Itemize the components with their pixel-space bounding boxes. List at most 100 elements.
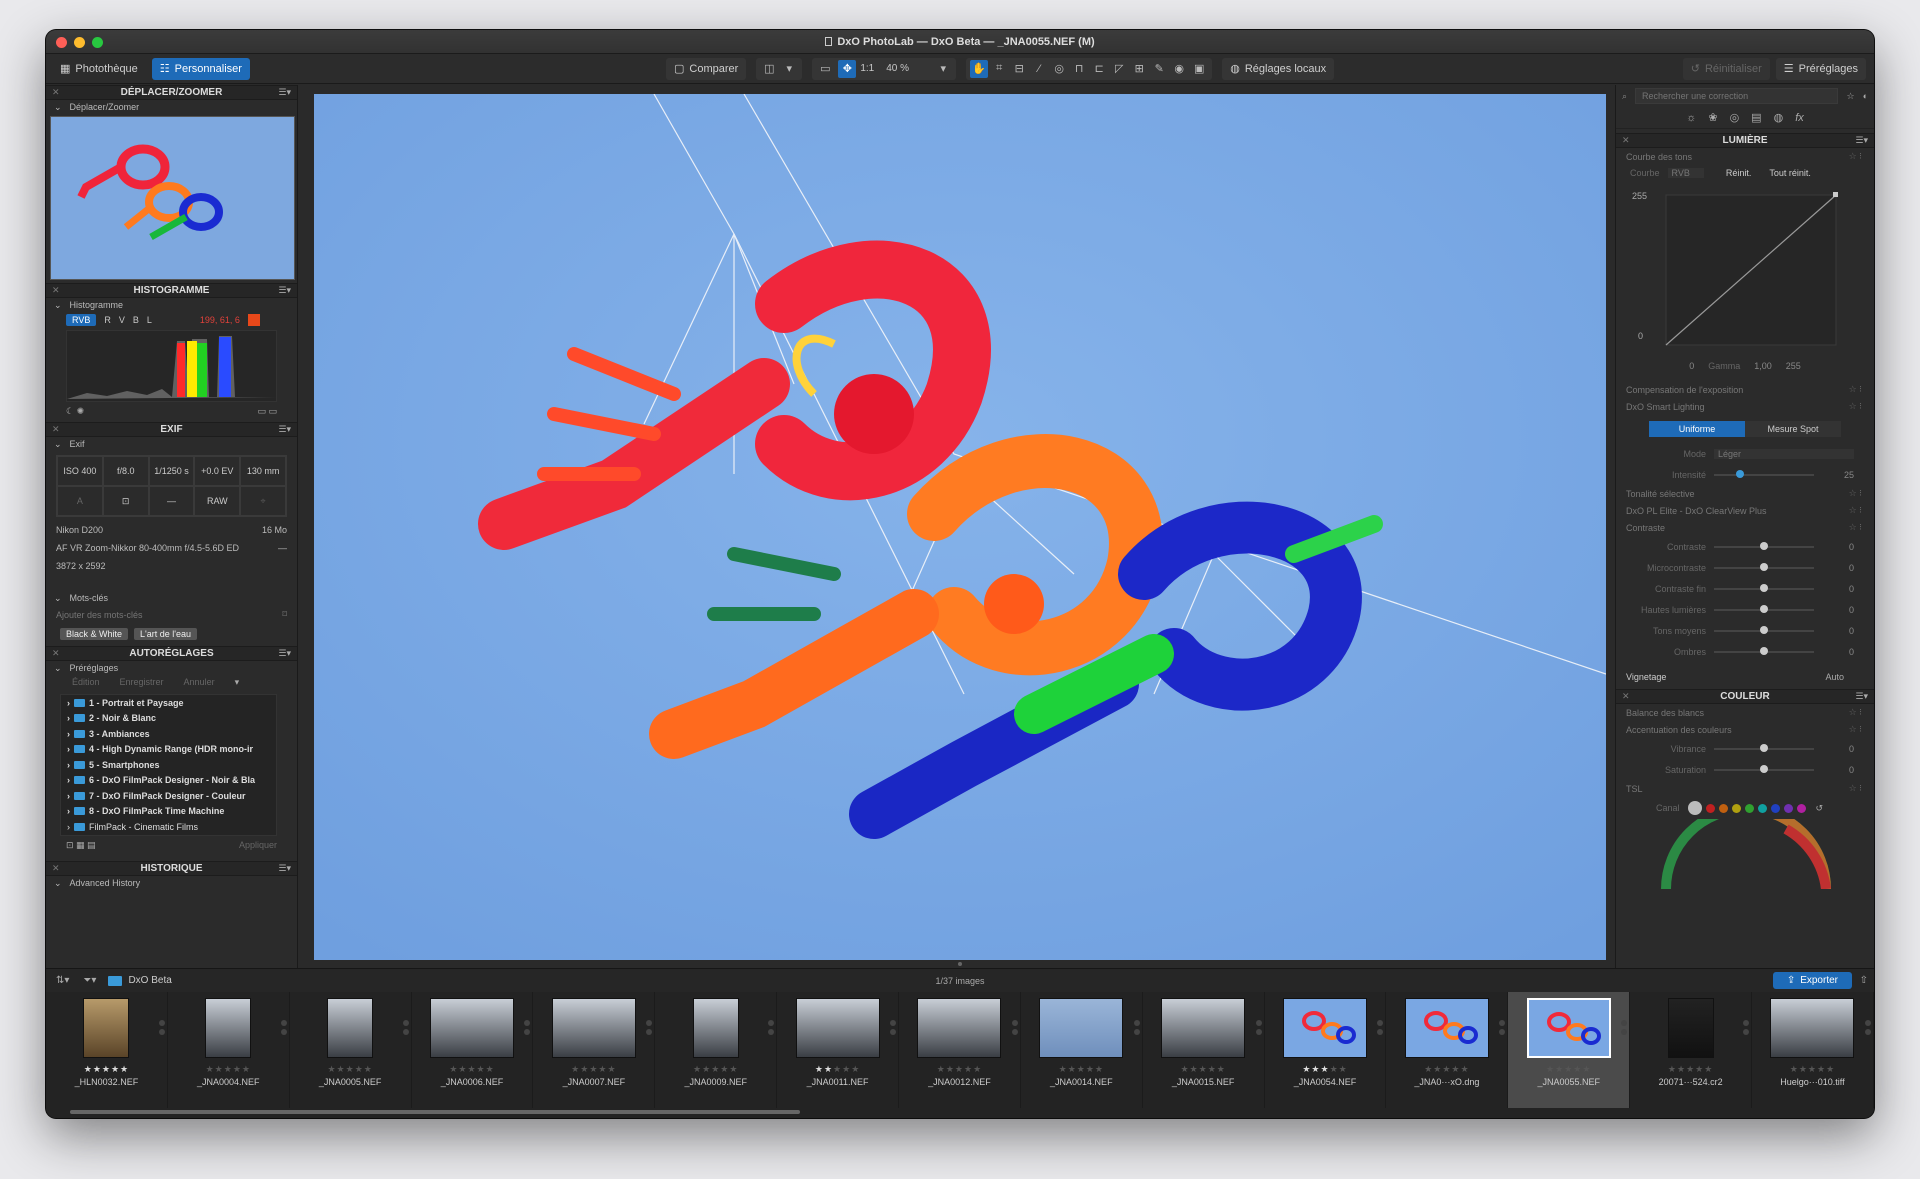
local-palette-icon[interactable]: ◍ bbox=[1774, 111, 1784, 124]
crop-icon[interactable]: ⌗ bbox=[990, 60, 1008, 78]
move-zoom-header[interactable]: ✕ DÉPLACER/ZOOMER ☰▾ bbox=[46, 85, 297, 100]
close-icon[interactable]: ✕ bbox=[1622, 135, 1630, 146]
compare-button[interactable]: ▢ Comparer bbox=[666, 57, 747, 80]
slider-knob[interactable] bbox=[1760, 625, 1768, 634]
light-header[interactable]: ✕ LUMIÈRE ☰▾ bbox=[1616, 133, 1874, 148]
channel-l[interactable]: L bbox=[147, 315, 152, 325]
preset-folder[interactable]: › 8 - DxO FilmPack Time Machine bbox=[61, 804, 276, 820]
clearview-row[interactable]: DxO PL Elite - DxO ClearView Plus ☆ ⁝ bbox=[1616, 502, 1874, 519]
star-rating[interactable]: ★★★★★ bbox=[693, 1064, 738, 1075]
star-rating[interactable]: ★★★★★ bbox=[84, 1064, 129, 1075]
contrast-slider[interactable]: Ombres 0 bbox=[1616, 641, 1874, 662]
reset-icon[interactable]: ↺ bbox=[1816, 803, 1824, 814]
channel-yellow-dot[interactable] bbox=[1731, 803, 1741, 813]
selective-tone-row[interactable]: Tonalité sélective ☆ ⁝ bbox=[1616, 485, 1874, 502]
slider-knob[interactable] bbox=[1760, 541, 1768, 550]
close-icon[interactable]: ✕ bbox=[52, 863, 60, 874]
tone-curve-row[interactable]: Courbe des tons ☆ ⁝ bbox=[1616, 148, 1874, 165]
chevron-down-icon[interactable]: ▾ bbox=[235, 677, 240, 688]
local-adjustments-button[interactable]: ◍ Réglages locaux bbox=[1222, 57, 1335, 80]
ratio-button[interactable]: 1:1 bbox=[860, 63, 874, 74]
preset-folder[interactable]: › 5 - Smartphones bbox=[61, 757, 276, 773]
redeye-icon[interactable]: ◎ bbox=[1050, 60, 1068, 78]
sort-icon[interactable]: ⇅▾ bbox=[56, 975, 69, 986]
channel-cyan-dot[interactable] bbox=[1757, 803, 1767, 813]
star-rating[interactable]: ★★★★★ bbox=[1668, 1064, 1713, 1075]
curve-channel-select[interactable]: RVB bbox=[1667, 168, 1704, 178]
star-icon[interactable]: ☆ ⁝ bbox=[1849, 151, 1862, 162]
filmstrip-thumbnail[interactable]: ★★★★★ _JNA0009.NEF bbox=[655, 992, 778, 1108]
channel-r[interactable]: R bbox=[104, 315, 111, 325]
keywords-sub[interactable]: ⌄ Mots-clés bbox=[46, 591, 297, 605]
effects-palette-icon[interactable]: fx bbox=[1795, 112, 1804, 124]
preset-folder[interactable]: › 7 - DxO FilmPack Designer - Couleur bbox=[61, 788, 276, 804]
filmstrip-thumbnail[interactable]: ★★★★★ _JNA0···xO.dng bbox=[1386, 992, 1509, 1108]
save-preset-button[interactable]: Enregistrer bbox=[120, 677, 164, 688]
histogram-header[interactable]: ✕ HISTOGRAMME ☰▾ bbox=[46, 283, 297, 298]
hue-wheel[interactable] bbox=[1616, 804, 1874, 890]
channel-b[interactable]: B bbox=[133, 315, 139, 325]
star-rating[interactable]: ★★★★★ bbox=[1790, 1064, 1835, 1075]
filmstrip-thumbnail[interactable]: ★★★★★ 20071···524.cr2 bbox=[1630, 992, 1753, 1108]
contrast-row[interactable]: Contraste ☆ ⁝ bbox=[1616, 519, 1874, 536]
monitor-icon[interactable]: ▭ ▭ bbox=[257, 406, 277, 417]
vignetting-row[interactable]: Vignetage Auto bbox=[1616, 668, 1874, 685]
slider-knob[interactable] bbox=[1760, 764, 1768, 773]
slider-knob[interactable] bbox=[1760, 562, 1768, 571]
image-viewer[interactable] bbox=[314, 94, 1606, 960]
tone-curve-editor[interactable]: 255 0 bbox=[1616, 181, 1874, 361]
close-icon[interactable]: ✕ bbox=[52, 648, 60, 659]
filmstrip-thumbnail[interactable]: ★★★★★ Huelgo···010.tiff bbox=[1752, 992, 1874, 1108]
channel-v[interactable]: V bbox=[119, 315, 125, 325]
preset-folder[interactable]: › 1 - Portrait et Paysage bbox=[61, 695, 276, 711]
toggle-icon[interactable]: ◐ bbox=[1863, 91, 1868, 101]
color-slider[interactable]: Vibrance 0 bbox=[1616, 738, 1874, 759]
filmstrip-thumbnail[interactable]: ★★★★★ _JNA0011.NEF bbox=[777, 992, 900, 1108]
share-icon[interactable]: ⇧ bbox=[1860, 975, 1868, 986]
filmstrip-thumbnail[interactable]: ★★★★★ _JNA0006.NEF bbox=[412, 992, 534, 1108]
star-rating[interactable]: ★★★★★ bbox=[937, 1064, 982, 1075]
star-icon[interactable]: ☆ ⁝ bbox=[1849, 488, 1862, 499]
reset-button[interactable]: ↺ Réinitialiser bbox=[1682, 57, 1770, 80]
channel-all-dot[interactable] bbox=[1687, 801, 1702, 815]
chevron-down-icon[interactable]: ▾ bbox=[780, 60, 798, 78]
keywords-input[interactable] bbox=[56, 609, 256, 620]
hand-icon[interactable]: ✋ bbox=[970, 59, 989, 78]
slider-knob[interactable] bbox=[1736, 469, 1744, 478]
mask-icon[interactable]: ▣ bbox=[1190, 60, 1208, 78]
grid-overlay-icon[interactable]: ⊞ bbox=[1130, 60, 1148, 78]
star-rating[interactable]: ★★★★★ bbox=[1180, 1064, 1225, 1075]
star-icon[interactable]: ☆ ⁝ bbox=[1849, 522, 1862, 533]
channel-purple-dot[interactable] bbox=[1783, 803, 1793, 813]
eye-icon[interactable]: ◉ bbox=[1170, 60, 1188, 78]
slider-knob[interactable] bbox=[1760, 646, 1768, 655]
keyword-tag[interactable]: Black & White bbox=[60, 628, 129, 640]
channel-green-dot[interactable] bbox=[1744, 803, 1754, 813]
horizon-icon[interactable]: ⊟ bbox=[1010, 60, 1028, 78]
filmstrip-thumbnail[interactable]: ★★★★★ _JNA0054.NEF bbox=[1265, 992, 1387, 1108]
exposure-row[interactable]: Compensation de l'exposition ☆ ⁝ bbox=[1616, 381, 1874, 398]
histogram-sub[interactable]: ⌄ Histogramme bbox=[46, 298, 297, 312]
spot-mode-button[interactable]: Mesure Spot bbox=[1745, 421, 1841, 437]
filmstrip-thumbnail[interactable]: ★★★★★ _JNA0055.NEF bbox=[1508, 992, 1631, 1108]
tab-customize[interactable]: ☷ Personnaliser bbox=[151, 57, 250, 80]
menu-icon[interactable]: ☰▾ bbox=[278, 648, 291, 659]
star-rating[interactable]: ★★★★★ bbox=[327, 1064, 372, 1075]
curve-reset-all-button[interactable]: Tout réinit. bbox=[1769, 168, 1811, 178]
export-button[interactable]: ⇪ Exporter bbox=[1772, 972, 1852, 989]
mode-select[interactable]: Léger bbox=[1714, 448, 1854, 459]
curve-reset-button[interactable]: Réinit. bbox=[1726, 168, 1752, 178]
moon-icon[interactable]: ☾ ✺ bbox=[66, 406, 84, 417]
star-icon[interactable]: ☆ ⁝ bbox=[1849, 783, 1862, 794]
contrast-slider[interactable]: Tons moyens 0 bbox=[1616, 620, 1874, 641]
preset-folder[interactable]: › 4 - High Dynamic Range (HDR mono-ir bbox=[61, 742, 276, 758]
eyedropper-icon[interactable]: ⁄ bbox=[1030, 60, 1048, 78]
gamma-value[interactable]: 1,00 bbox=[1754, 361, 1772, 375]
channel-blue-dot[interactable] bbox=[1770, 803, 1780, 813]
close-icon[interactable]: ✕ bbox=[1622, 691, 1630, 702]
filmstrip-thumbnail[interactable]: ★★★★★ _JNA0014.NEF bbox=[1021, 992, 1143, 1108]
hsl-row[interactable]: TSL ☆ ⁝ bbox=[1616, 780, 1874, 797]
star-rating[interactable]: ★★★★★ bbox=[206, 1064, 251, 1075]
geometry-palette-icon[interactable]: ▤ bbox=[1751, 111, 1761, 124]
preset-folder[interactable]: › 3 - Ambiances bbox=[61, 726, 276, 742]
